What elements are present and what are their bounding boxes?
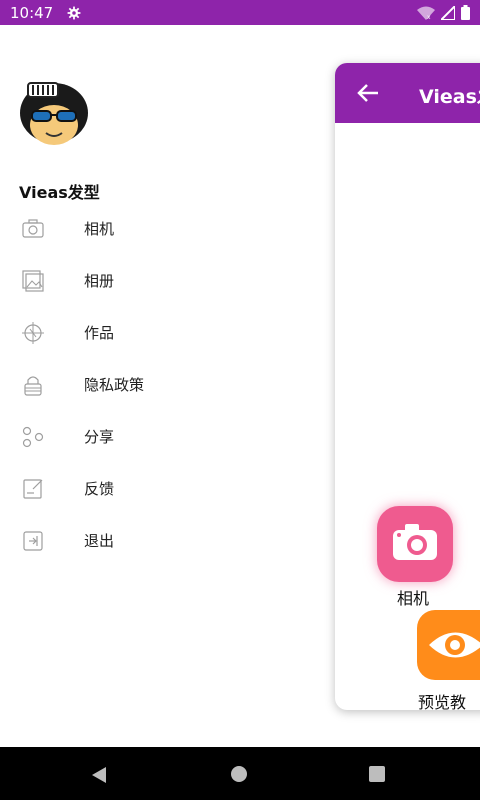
menu-item-label: 退出 — [84, 532, 115, 550]
album-icon — [22, 270, 44, 292]
menu-item-privacy[interactable]: 隐私政策 — [0, 359, 336, 411]
exit-icon — [23, 531, 43, 551]
status-bar: 10:47 x — [0, 0, 480, 25]
menu-item-label: 相册 — [84, 272, 115, 290]
camera-feature-label: 相机 — [397, 589, 430, 608]
wifi-icon: x — [417, 6, 435, 20]
app-name: Vieas发型 — [19, 183, 100, 202]
page-title: Vieas发 — [419, 86, 480, 108]
preview-tutorial-label: 预览教 — [418, 693, 467, 710]
preview-tutorial-button[interactable] — [417, 610, 480, 680]
signal-icon — [441, 5, 455, 20]
svg-text:x: x — [427, 14, 431, 20]
menu-item-share[interactable]: 分享 — [0, 411, 336, 463]
menu-item-feedback[interactable]: 反馈 — [0, 463, 336, 515]
menu-item-works[interactable]: 作品 — [0, 307, 336, 359]
app-bar: Vieas发 — [335, 63, 480, 123]
camera-icon — [393, 524, 437, 560]
system-nav-bar — [0, 747, 480, 800]
avatar[interactable] — [18, 73, 90, 161]
works-icon — [22, 322, 44, 344]
drawer-menu: 相机 相册 作品 隐私政策 分享 反馈 退出 — [0, 203, 336, 567]
arrow-left-icon[interactable] — [357, 83, 379, 103]
menu-item-exit[interactable]: 退出 — [0, 515, 336, 567]
nav-back-icon[interactable] — [90, 766, 108, 784]
menu-item-album[interactable]: 相册 — [0, 255, 336, 307]
gear-icon — [67, 6, 81, 19]
menu-item-label: 反馈 — [84, 480, 115, 498]
battery-icon — [461, 5, 470, 20]
lock-icon — [24, 376, 42, 396]
menu-item-label: 相机 — [84, 220, 115, 238]
share-icon — [22, 426, 44, 448]
eye-icon — [429, 632, 480, 658]
camera-icon — [22, 219, 44, 238]
menu-item-camera[interactable]: 相机 — [0, 203, 336, 255]
status-time: 10:47 — [10, 3, 54, 22]
feedback-icon — [23, 479, 43, 499]
nav-home-icon[interactable] — [231, 766, 247, 782]
menu-item-label: 隐私政策 — [84, 376, 145, 394]
menu-item-label: 作品 — [84, 324, 115, 342]
menu-item-label: 分享 — [84, 428, 115, 446]
nav-recents-icon[interactable] — [369, 766, 385, 782]
navigation-drawer: Vieas发型 相机 相册 作品 隐私政策 分享 反馈 退出 — [0, 25, 336, 747]
camera-feature-button[interactable] — [377, 506, 453, 582]
main-screen[interactable]: Vieas发 相机 预览教 — [335, 63, 480, 710]
